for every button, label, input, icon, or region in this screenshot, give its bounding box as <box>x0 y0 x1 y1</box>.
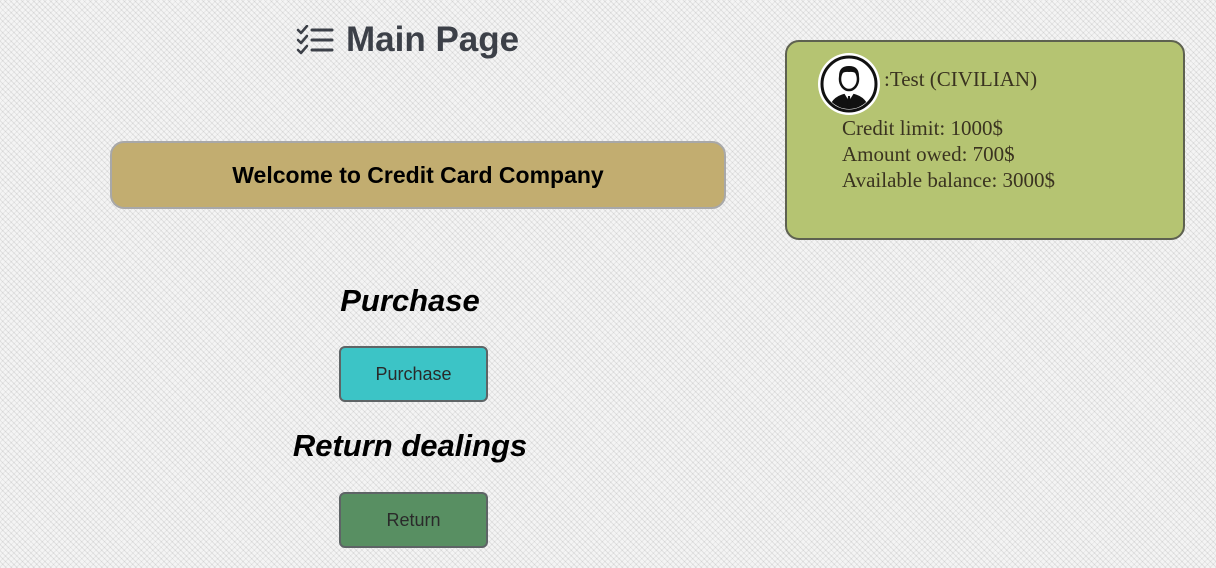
user-name: :Test (CIVILIAN) <box>884 67 1038 91</box>
credit-limit-text: Credit limit: 1000$ <box>842 116 1003 140</box>
welcome-banner: Welcome to Credit Card Company <box>110 141 726 209</box>
page-title: Main Page <box>346 20 520 59</box>
page-header: Main Page <box>296 20 519 60</box>
user-info-card: :Test (CIVILIAN) Credit limit: 1000$ Amo… <box>785 40 1185 240</box>
list-checks-icon <box>296 25 334 55</box>
amount-owed-text: Amount owed: 700$ <box>842 142 1015 166</box>
user-avatar-icon <box>818 53 880 115</box>
available-balance-text: Available balance: 3000$ <box>842 168 1056 192</box>
user-account-details: Credit limit: 1000$ Amount owed: 700$ Av… <box>842 115 1055 193</box>
return-button[interactable]: Return <box>339 492 488 548</box>
purchase-heading: Purchase <box>340 283 480 318</box>
welcome-text: Welcome to Credit Card Company <box>232 161 604 188</box>
return-dealings-heading: Return dealings <box>292 428 528 463</box>
purchase-button[interactable]: Purchase <box>339 346 488 402</box>
